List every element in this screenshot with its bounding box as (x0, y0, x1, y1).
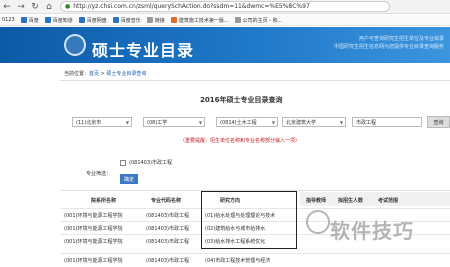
category-select[interactable]: (08)工学 ▼ (143, 117, 205, 127)
table-cell[interactable]: (001)环境与能源工程学院 (64, 238, 122, 245)
bookmark-item[interactable]: 百度网盘 (78, 17, 107, 24)
table-cell[interactable]: (001)环境与能源工程学院 (64, 225, 122, 232)
page-icon (170, 17, 177, 23)
bookmark-item[interactable]: 建筑施工技术第一版... (170, 17, 229, 24)
table-cell: (081403)市政工程 (146, 239, 189, 245)
region-select[interactable]: (11)北京市 ▼ (72, 117, 132, 127)
bookmark-item[interactable]: 0123 (2, 17, 15, 23)
bookmark-item[interactable]: 百度 (20, 17, 39, 24)
chevron-down-icon: ▼ (271, 119, 275, 125)
discipline-select[interactable]: (0814)土木工程 ▼ (216, 117, 278, 127)
table-row: (001)环境与能源工程学院 (081403)市政工程 (04)市政工程技术管理… (60, 253, 450, 265)
bookmark-item[interactable]: 百度知道 (44, 17, 73, 24)
chevron-down-icon: ▼ (198, 119, 202, 125)
filter-label: 专业筛选： (86, 171, 112, 177)
filter-option[interactable]: (081403)市政工程 (120, 159, 172, 166)
refresh-icon[interactable]: ↻ (28, 0, 42, 14)
bookmark-item[interactable]: 链接 (146, 17, 165, 24)
breadcrumb-home-link[interactable]: 首页 (89, 71, 99, 77)
filter-checkbox[interactable] (120, 159, 126, 166)
chevron-down-icon: ▼ (339, 119, 343, 125)
url-text: http://yz.chsi.com.cn/zsml/querySchActio… (73, 3, 310, 10)
divider (60, 80, 450, 81)
watermark-logo (306, 210, 330, 234)
table-cell: (081403)市政工程 (146, 258, 189, 264)
folder-icon (146, 17, 153, 23)
search-button[interactable]: 查询 (427, 116, 450, 128)
school-select[interactable]: 北京建筑大学 ▼ (282, 117, 346, 127)
table-cell: (04)市政工程技术管理与经济 (205, 258, 271, 264)
site-header: 硕士专业目录 用户可查询研究生招生单位及专业目录 中国研究生招生信息网为您提供专… (0, 27, 450, 63)
confirm-button[interactable]: 确定 (120, 174, 138, 184)
highlight-box (201, 191, 297, 249)
home-icon[interactable]: ⌂ (42, 0, 56, 14)
column-header: 院系所名称 (91, 197, 117, 204)
table-cell: (081403)市政工程 (146, 213, 189, 219)
back-icon[interactable]: ← (0, 0, 14, 14)
table-cell[interactable]: (001)环境与能源工程学院 (64, 212, 122, 219)
header-subtitle: 中国研究生招生信息网为您提供专业目录查询服务 (333, 44, 444, 50)
shield-icon: ● (65, 3, 71, 10)
breadcrumb-current[interactable]: 硕士专业目录查询 (106, 71, 146, 77)
page-title: 硕士专业目录 (92, 41, 195, 60)
column-header: 专业代码名称 (151, 197, 182, 204)
query-title: 2016年硕士专业目录查询 (200, 96, 283, 104)
breadcrumb: 当前位置：首页 > 硕士专业目录查询 (64, 71, 147, 77)
notice-text: （重要提醒：招生单位名称和专业名称部分输入一项） (180, 138, 301, 144)
address-bar[interactable]: ● http://yz.chsi.com.cn/zsml/querySchAct… (60, 1, 390, 12)
chevron-down-icon: ▼ (125, 119, 129, 125)
page-icon (234, 17, 241, 23)
bookmark-item[interactable]: 公司的主页 - 和... (234, 17, 282, 24)
table-cell[interactable]: (001)环境与能源工程学院 (64, 257, 122, 264)
baidu-icon (20, 17, 27, 23)
bookmark-item[interactable]: 百度音乐 (112, 17, 141, 24)
browser-toolbar: ← → ↻ ⌂ ● http://yz.chsi.com.cn/zsml/que… (0, 0, 450, 14)
watermark: 软件技巧 (330, 219, 414, 243)
baidu-icon (44, 17, 51, 23)
column-header: 考试范围 (378, 197, 399, 204)
baidu-icon (78, 17, 85, 23)
forward-icon[interactable]: → (14, 0, 28, 14)
column-header: 指导教师 (306, 197, 327, 204)
site-logo (64, 34, 86, 56)
table-cell: (081403)市政工程 (146, 226, 189, 232)
baidu-icon (112, 17, 119, 23)
header-subtitle: 用户可查询研究生招生单位及专业目录 (358, 36, 444, 42)
major-input[interactable]: 市政工程 (352, 117, 422, 127)
column-header: 拟招生人数 (338, 197, 364, 204)
bookmarks-bar: 0123 百度 百度知道 百度网盘 百度音乐 链接 建筑施工技术第一版... 公… (0, 15, 450, 26)
